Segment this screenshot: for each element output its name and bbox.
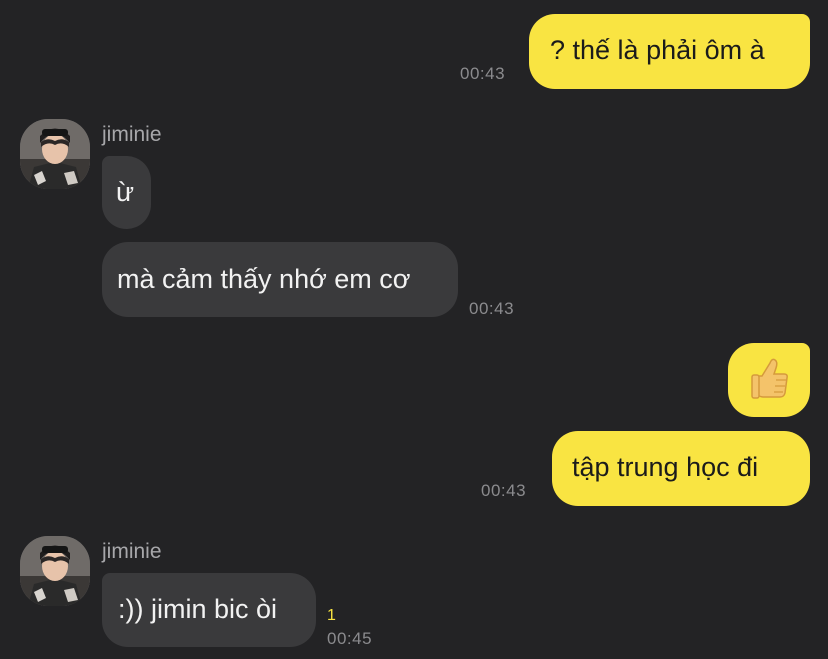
unread-count-badge: 1 (327, 607, 336, 624)
outgoing-emoji-bubble[interactable] (728, 343, 810, 417)
sender-name: jiminie (102, 123, 162, 146)
sender-avatar[interactable] (20, 536, 90, 606)
message-timestamp: 00:43 (460, 64, 506, 83)
outgoing-message-bubble[interactable]: tập trung học đi (552, 431, 810, 506)
chat-thread: 00:43 ? thế là phải ôm à jiminie ừ mà cả… (0, 0, 828, 659)
message-text: ? thế là phải ôm à (550, 35, 765, 65)
message-text: tập trung học đi (572, 452, 759, 482)
sender-avatar[interactable] (20, 119, 90, 189)
avatar-photo-icon (20, 536, 90, 606)
sender-name: jiminie (102, 540, 162, 563)
avatar-photo-icon (20, 119, 90, 189)
incoming-message-bubble[interactable]: mà cảm thấy nhớ em cơ (102, 242, 458, 317)
message-timestamp: 00:43 (481, 481, 527, 500)
message-timestamp: 00:45 (327, 629, 373, 648)
incoming-message-bubble[interactable]: ừ (102, 156, 151, 229)
incoming-message-bubble[interactable]: :)) jimin bic òi (102, 573, 316, 647)
thumbs-up-icon (751, 358, 788, 399)
message-timestamp: 00:43 (469, 299, 515, 318)
outgoing-message-bubble[interactable]: ? thế là phải ôm à (529, 14, 810, 89)
message-text: :)) jimin bic òi (118, 594, 278, 624)
message-text: mà cảm thấy nhớ em cơ (117, 264, 411, 294)
message-text: ừ (116, 177, 135, 207)
